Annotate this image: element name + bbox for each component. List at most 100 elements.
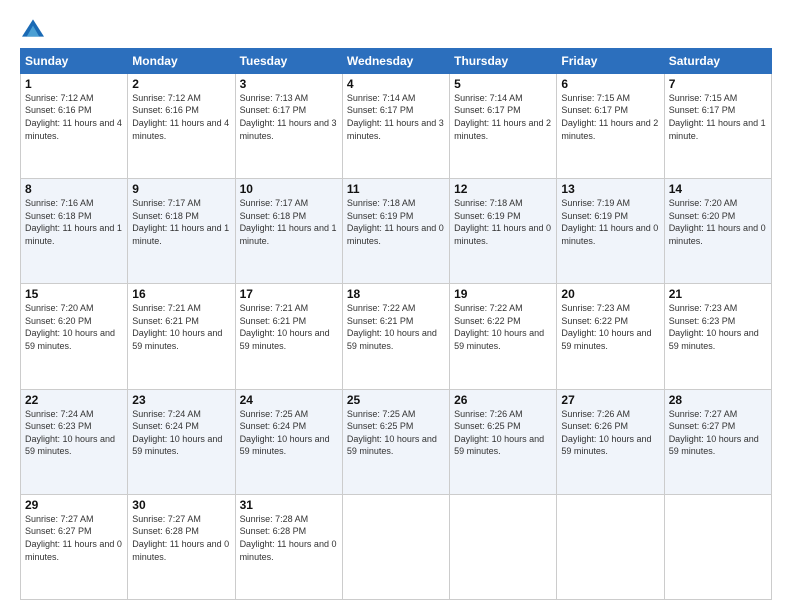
day-info: Sunrise: 7:27 AMSunset: 6:27 PMDaylight:… bbox=[669, 409, 759, 457]
calendar-cell: 28Sunrise: 7:27 AMSunset: 6:27 PMDayligh… bbox=[664, 389, 771, 494]
week-row-3: 15 Sunrise: 7:20 AMSunset: 6:20 PMDayligh… bbox=[21, 284, 772, 389]
day-number: 17 bbox=[240, 287, 338, 301]
day-info: Sunrise: 7:18 AMSunset: 6:19 PMDaylight:… bbox=[454, 198, 551, 246]
day-number: 31 bbox=[240, 498, 338, 512]
calendar-cell: 14 Sunrise: 7:20 AMSunset: 6:20 PMDayligh… bbox=[664, 179, 771, 284]
calendar-cell: 15 Sunrise: 7:20 AMSunset: 6:20 PMDayligh… bbox=[21, 284, 128, 389]
day-number: 2 bbox=[132, 77, 230, 91]
day-number: 14 bbox=[669, 182, 767, 196]
day-number: 4 bbox=[347, 77, 445, 91]
day-number: 16 bbox=[132, 287, 230, 301]
calendar-cell: 2 Sunrise: 7:12 AMSunset: 6:16 PMDaylight… bbox=[128, 73, 235, 178]
calendar-cell: 19 Sunrise: 7:22 AMSunset: 6:22 PMDayligh… bbox=[450, 284, 557, 389]
day-number: 20 bbox=[561, 287, 659, 301]
calendar-cell: 21 Sunrise: 7:23 AMSunset: 6:23 PMDayligh… bbox=[664, 284, 771, 389]
calendar-body: 1 Sunrise: 7:12 AMSunset: 6:16 PMDaylight… bbox=[21, 73, 772, 599]
day-info: Sunrise: 7:27 AMSunset: 6:27 PMDaylight:… bbox=[25, 514, 122, 562]
day-header-friday: Friday bbox=[557, 48, 664, 73]
week-row-2: 8Sunrise: 7:16 AMSunset: 6:18 PMDaylight… bbox=[21, 179, 772, 284]
day-info: Sunrise: 7:18 AMSunset: 6:19 PMDaylight:… bbox=[347, 198, 444, 246]
day-number: 24 bbox=[240, 393, 338, 407]
page: SundayMondayTuesdayWednesdayThursdayFrid… bbox=[0, 0, 792, 612]
day-info: Sunrise: 7:27 AMSunset: 6:28 PMDaylight:… bbox=[132, 514, 229, 562]
calendar-cell: 18 Sunrise: 7:22 AMSunset: 6:21 PMDayligh… bbox=[342, 284, 449, 389]
day-number: 12 bbox=[454, 182, 552, 196]
day-info: Sunrise: 7:28 AMSunset: 6:28 PMDaylight:… bbox=[240, 514, 337, 562]
day-header-tuesday: Tuesday bbox=[235, 48, 342, 73]
day-header-monday: Monday bbox=[128, 48, 235, 73]
day-info: Sunrise: 7:20 AMSunset: 6:20 PMDaylight:… bbox=[25, 303, 115, 351]
calendar-cell: 23Sunrise: 7:24 AMSunset: 6:24 PMDayligh… bbox=[128, 389, 235, 494]
calendar-cell: 6 Sunrise: 7:15 AMSunset: 6:17 PMDaylight… bbox=[557, 73, 664, 178]
day-header-thursday: Thursday bbox=[450, 48, 557, 73]
day-info: Sunrise: 7:20 AMSunset: 6:20 PMDaylight:… bbox=[669, 198, 766, 246]
day-number: 1 bbox=[25, 77, 123, 91]
day-number: 13 bbox=[561, 182, 659, 196]
day-info: Sunrise: 7:21 AMSunset: 6:21 PMDaylight:… bbox=[240, 303, 330, 351]
calendar-cell: 12 Sunrise: 7:18 AMSunset: 6:19 PMDayligh… bbox=[450, 179, 557, 284]
week-row-4: 22Sunrise: 7:24 AMSunset: 6:23 PMDayligh… bbox=[21, 389, 772, 494]
day-info: Sunrise: 7:14 AMSunset: 6:17 PMDaylight:… bbox=[347, 93, 444, 141]
calendar-cell bbox=[342, 494, 449, 599]
day-info: Sunrise: 7:12 AMSunset: 6:16 PMDaylight:… bbox=[132, 93, 229, 141]
day-number: 18 bbox=[347, 287, 445, 301]
calendar-cell: 17 Sunrise: 7:21 AMSunset: 6:21 PMDayligh… bbox=[235, 284, 342, 389]
calendar-cell: 24 Sunrise: 7:25 AMSunset: 6:24 PMDayligh… bbox=[235, 389, 342, 494]
day-info: Sunrise: 7:24 AMSunset: 6:23 PMDaylight:… bbox=[25, 409, 115, 457]
calendar-cell: 8Sunrise: 7:16 AMSunset: 6:18 PMDaylight… bbox=[21, 179, 128, 284]
day-number: 26 bbox=[454, 393, 552, 407]
day-info: Sunrise: 7:25 AMSunset: 6:24 PMDaylight:… bbox=[240, 409, 330, 457]
day-number: 3 bbox=[240, 77, 338, 91]
calendar-header-row: SundayMondayTuesdayWednesdayThursdayFrid… bbox=[21, 48, 772, 73]
day-header-saturday: Saturday bbox=[664, 48, 771, 73]
calendar-cell: 13 Sunrise: 7:19 AMSunset: 6:19 PMDayligh… bbox=[557, 179, 664, 284]
logo-text bbox=[20, 18, 44, 38]
calendar-cell: 9Sunrise: 7:17 AMSunset: 6:18 PMDaylight… bbox=[128, 179, 235, 284]
calendar-cell: 31 Sunrise: 7:28 AMSunset: 6:28 PMDayligh… bbox=[235, 494, 342, 599]
day-number: 10 bbox=[240, 182, 338, 196]
day-number: 8 bbox=[25, 182, 123, 196]
day-number: 25 bbox=[347, 393, 445, 407]
day-header-wednesday: Wednesday bbox=[342, 48, 449, 73]
calendar-cell: 20 Sunrise: 7:23 AMSunset: 6:22 PMDayligh… bbox=[557, 284, 664, 389]
day-info: Sunrise: 7:17 AMSunset: 6:18 PMDaylight:… bbox=[240, 198, 337, 246]
header bbox=[20, 18, 772, 38]
calendar-table: SundayMondayTuesdayWednesdayThursdayFrid… bbox=[20, 48, 772, 600]
day-info: Sunrise: 7:14 AMSunset: 6:17 PMDaylight:… bbox=[454, 93, 551, 141]
logo-icon bbox=[22, 19, 44, 37]
day-info: Sunrise: 7:15 AMSunset: 6:17 PMDaylight:… bbox=[561, 93, 658, 141]
day-number: 6 bbox=[561, 77, 659, 91]
day-info: Sunrise: 7:25 AMSunset: 6:25 PMDaylight:… bbox=[347, 409, 437, 457]
calendar-cell bbox=[557, 494, 664, 599]
calendar-cell: 30 Sunrise: 7:27 AMSunset: 6:28 PMDayligh… bbox=[128, 494, 235, 599]
day-info: Sunrise: 7:19 AMSunset: 6:19 PMDaylight:… bbox=[561, 198, 658, 246]
day-header-sunday: Sunday bbox=[21, 48, 128, 73]
day-info: Sunrise: 7:23 AMSunset: 6:22 PMDaylight:… bbox=[561, 303, 651, 351]
day-info: Sunrise: 7:26 AMSunset: 6:25 PMDaylight:… bbox=[454, 409, 544, 457]
calendar-cell: 22Sunrise: 7:24 AMSunset: 6:23 PMDayligh… bbox=[21, 389, 128, 494]
calendar-cell: 3 Sunrise: 7:13 AMSunset: 6:17 PMDaylight… bbox=[235, 73, 342, 178]
day-info: Sunrise: 7:21 AMSunset: 6:21 PMDaylight:… bbox=[132, 303, 222, 351]
day-info: Sunrise: 7:23 AMSunset: 6:23 PMDaylight:… bbox=[669, 303, 759, 351]
day-number: 15 bbox=[25, 287, 123, 301]
calendar-cell: 1 Sunrise: 7:12 AMSunset: 6:16 PMDaylight… bbox=[21, 73, 128, 178]
day-number: 30 bbox=[132, 498, 230, 512]
calendar-cell bbox=[450, 494, 557, 599]
day-number: 7 bbox=[669, 77, 767, 91]
day-info: Sunrise: 7:22 AMSunset: 6:21 PMDaylight:… bbox=[347, 303, 437, 351]
day-number: 21 bbox=[669, 287, 767, 301]
calendar-cell: 4 Sunrise: 7:14 AMSunset: 6:17 PMDaylight… bbox=[342, 73, 449, 178]
day-number: 27 bbox=[561, 393, 659, 407]
calendar-cell: 10 Sunrise: 7:17 AMSunset: 6:18 PMDayligh… bbox=[235, 179, 342, 284]
calendar-cell: 16 Sunrise: 7:21 AMSunset: 6:21 PMDayligh… bbox=[128, 284, 235, 389]
day-info: Sunrise: 7:12 AMSunset: 6:16 PMDaylight:… bbox=[25, 93, 122, 141]
day-number: 5 bbox=[454, 77, 552, 91]
day-info: Sunrise: 7:13 AMSunset: 6:17 PMDaylight:… bbox=[240, 93, 337, 141]
day-info: Sunrise: 7:22 AMSunset: 6:22 PMDaylight:… bbox=[454, 303, 544, 351]
week-row-5: 29Sunrise: 7:27 AMSunset: 6:27 PMDayligh… bbox=[21, 494, 772, 599]
day-number: 19 bbox=[454, 287, 552, 301]
calendar-cell: 26 Sunrise: 7:26 AMSunset: 6:25 PMDayligh… bbox=[450, 389, 557, 494]
calendar-cell: 11Sunrise: 7:18 AMSunset: 6:19 PMDayligh… bbox=[342, 179, 449, 284]
calendar-cell: 27Sunrise: 7:26 AMSunset: 6:26 PMDayligh… bbox=[557, 389, 664, 494]
day-number: 9 bbox=[132, 182, 230, 196]
